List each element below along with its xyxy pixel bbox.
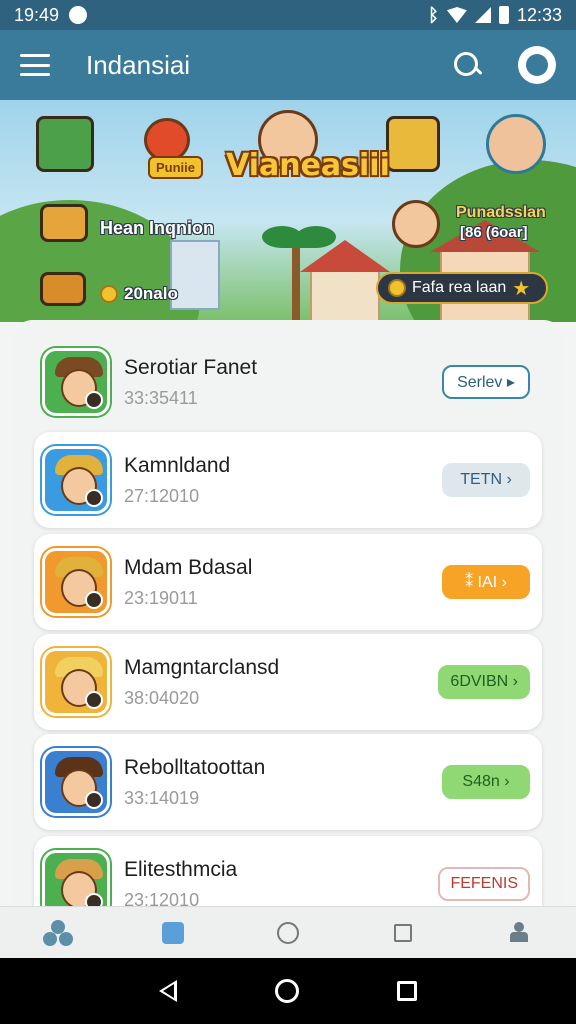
status-time-left: 19:49 — [14, 4, 60, 25]
coin-icon — [100, 285, 118, 303]
list-item-title: Mamgntarclansd — [124, 655, 280, 679]
star-icon: ★ — [512, 277, 531, 300]
status-left: 19:49 — [14, 5, 428, 26]
list-item-text: Elitesthmcia 23:12010 — [124, 858, 438, 911]
banner-label-right-sub: [86 (6oar] — [460, 224, 528, 241]
home-icon[interactable] — [275, 979, 299, 1003]
promo-pill[interactable]: Fafa rea laan ★ — [376, 272, 548, 304]
cart-icon — [40, 272, 86, 306]
app-icon — [42, 548, 110, 616]
back-icon[interactable] — [159, 980, 177, 1002]
promo-pill-text: Fafa rea laan — [412, 279, 507, 296]
palm-tree — [292, 240, 300, 322]
app-icon — [42, 446, 110, 514]
badge-icon — [85, 489, 103, 507]
recents-icon[interactable] — [397, 981, 417, 1001]
list-item-action-button[interactable]: TETN › — [442, 463, 530, 497]
notification-icon — [69, 6, 88, 24]
boy-icon — [392, 200, 440, 248]
app-title: Indansiai — [86, 49, 191, 80]
list-item-subtitle: 23:19011 — [124, 587, 198, 608]
status-right: ᛒ 12:33 — [428, 5, 562, 26]
nav-home[interactable] — [268, 913, 308, 953]
list-item[interactable]: Mdam Bdasal 23:19011 ⁑ IAI › — [34, 534, 542, 630]
banner-label-right: Punadsslan — [456, 204, 546, 221]
yellow-truck-icon — [386, 116, 440, 172]
list-item-action-button[interactable]: S48n › — [442, 765, 530, 799]
nav-people[interactable] — [38, 913, 78, 953]
circle-icon — [276, 921, 299, 944]
chart-icon — [161, 921, 184, 944]
app-icon — [42, 748, 110, 816]
list-item-text: Kamnldand 27:12010 — [124, 454, 442, 507]
list-item[interactable]: Rebolltatoottan 33:14019 S48n › — [34, 734, 542, 830]
nav-square[interactable] — [383, 913, 423, 953]
signal-icon — [474, 7, 491, 23]
badge-label: Puniie — [148, 156, 204, 179]
list-item-title: Serotiar Fanet — [124, 355, 258, 379]
bottom-nav — [0, 906, 576, 958]
wifi-icon — [446, 7, 467, 23]
list-item[interactable]: Serotiar Fanet 33:35411 Serlev ▸ — [34, 334, 542, 430]
square-icon — [394, 923, 413, 942]
nav-add-user[interactable] — [498, 913, 538, 953]
list-item-action-button[interactable]: ⁑ IAI › — [442, 565, 530, 599]
list-item-title: Mdam Bdasal — [124, 555, 253, 579]
list-item-title: Elitesthmcia — [124, 857, 238, 881]
status-time-right: 12:33 — [516, 4, 562, 25]
list-item-subtitle: 38:04020 — [124, 687, 200, 708]
green-truck-icon — [36, 116, 94, 172]
coin-counter: 20nalo — [100, 284, 178, 304]
status-bar: 19:49 ᛒ 12:33 — [0, 0, 576, 30]
list-item-text: Mamgntarclansd 38:04020 — [124, 656, 438, 709]
nav-stats[interactable] — [153, 913, 193, 953]
search-icon[interactable] — [452, 50, 482, 80]
palm-leaf — [296, 226, 336, 248]
list-item-subtitle: 27:12010 — [124, 485, 200, 506]
people-icon — [42, 918, 73, 948]
list-item[interactable]: Mamgntarclansd 38:04020 6DVIBN › — [34, 634, 542, 730]
app-bar: Indansiai — [0, 30, 576, 100]
app-list: Serotiar Fanet 33:35411 Serlev ▸ Kamnldand 2… — [14, 320, 562, 932]
coin-icon — [388, 279, 406, 297]
app-icon — [42, 348, 110, 416]
list-item-text: Mdam Bdasal 23:19011 — [124, 556, 442, 609]
list-item-action-button[interactable]: Serlev ▸ — [442, 365, 530, 399]
bulldozer-icon — [40, 204, 88, 242]
girl-icon — [486, 114, 546, 174]
badge-icon — [85, 391, 103, 409]
list-item-subtitle: 33:35411 — [124, 387, 198, 408]
add-user-icon — [506, 921, 530, 944]
list-item-action-button[interactable]: 6DVIBN › — [438, 665, 530, 699]
app-icon — [42, 648, 110, 716]
menu-icon[interactable] — [20, 54, 50, 76]
house — [310, 270, 380, 322]
bluetooth-icon: ᛒ — [428, 4, 439, 25]
list-item-title: Rebolltatoottan — [124, 755, 266, 779]
banner-label-left: Hean Inqnion — [100, 218, 214, 238]
profile-icon[interactable] — [518, 46, 556, 84]
badge-icon — [85, 791, 103, 809]
system-nav-bar — [0, 958, 576, 1024]
list-item-text: Rebolltatoottan 33:14019 — [124, 756, 442, 809]
list-item-action-button[interactable]: FEFENIS — [438, 867, 530, 901]
list-item-title: Kamnldand — [124, 453, 231, 477]
battery-icon — [498, 6, 509, 24]
badge-icon — [85, 691, 103, 709]
list-item[interactable]: Kamnldand 27:12010 TETN › — [34, 432, 542, 528]
coin-text: 20nalo — [124, 284, 178, 303]
badge-icon — [85, 591, 103, 609]
banner-title: Vianeasiii — [226, 148, 390, 183]
list-item-subtitle: 33:14019 — [124, 787, 200, 808]
list-item-text: Serotiar Fanet 33:35411 — [124, 356, 442, 409]
